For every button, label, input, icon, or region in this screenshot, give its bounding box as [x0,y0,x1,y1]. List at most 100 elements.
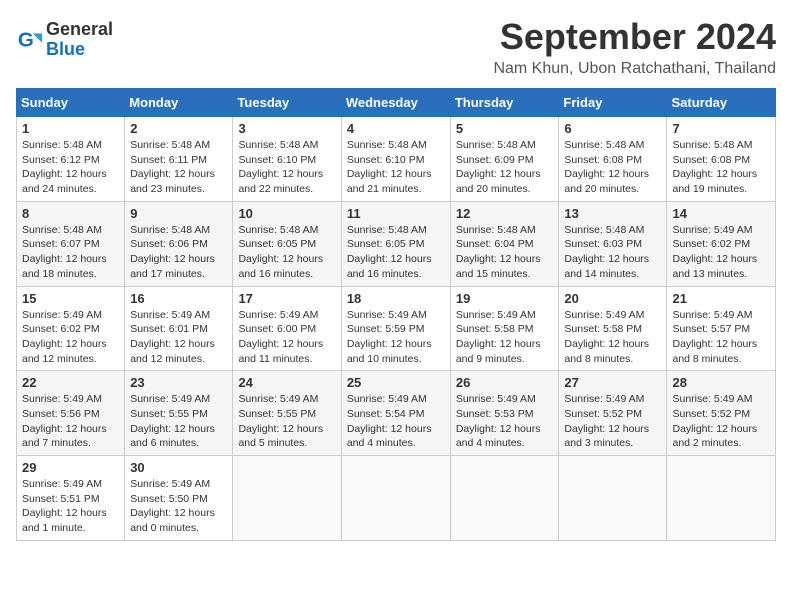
day-number: 17 [238,291,335,306]
day-number: 11 [347,206,445,221]
calendar: SundayMondayTuesdayWednesdayThursdayFrid… [16,88,776,541]
day-number: 22 [22,375,119,390]
day-number: 16 [130,291,227,306]
day-info: Sunrise: 5:49 AM Sunset: 5:54 PM Dayligh… [347,392,445,451]
day-info: Sunrise: 5:49 AM Sunset: 6:02 PM Dayligh… [22,308,119,367]
header-cell-wednesday: Wednesday [341,89,450,117]
day-number: 26 [456,375,554,390]
day-cell: 20 Sunrise: 5:49 AM Sunset: 5:58 PM Dayli… [559,286,667,371]
day-info: Sunrise: 5:48 AM Sunset: 6:09 PM Dayligh… [456,138,554,197]
day-cell: 27 Sunrise: 5:49 AM Sunset: 5:52 PM Dayli… [559,371,667,456]
location-title: Nam Khun, Ubon Ratchathani, Thailand [493,60,776,78]
day-number: 6 [564,121,661,136]
day-cell: 15 Sunrise: 5:49 AM Sunset: 6:02 PM Dayli… [17,286,125,371]
day-info: Sunrise: 5:49 AM Sunset: 5:59 PM Dayligh… [347,308,445,367]
day-info: Sunrise: 5:48 AM Sunset: 6:08 PM Dayligh… [564,138,661,197]
day-number: 18 [347,291,445,306]
day-info: Sunrise: 5:48 AM Sunset: 6:08 PM Dayligh… [672,138,770,197]
day-info: Sunrise: 5:48 AM Sunset: 6:05 PM Dayligh… [238,223,335,282]
day-cell: 10 Sunrise: 5:48 AM Sunset: 6:05 PM Dayli… [233,201,341,286]
day-cell: 21 Sunrise: 5:49 AM Sunset: 5:57 PM Dayli… [667,286,776,371]
day-number: 3 [238,121,335,136]
day-info: Sunrise: 5:49 AM Sunset: 5:55 PM Dayligh… [130,392,227,451]
svg-text:G: G [18,28,34,51]
logo: G General Blue [16,20,113,60]
header-cell-monday: Monday [125,89,233,117]
header-cell-thursday: Thursday [450,89,559,117]
day-info: Sunrise: 5:49 AM Sunset: 5:57 PM Dayligh… [672,308,770,367]
day-cell: 5 Sunrise: 5:48 AM Sunset: 6:09 PM Daylig… [450,117,559,202]
day-cell: 29 Sunrise: 5:49 AM Sunset: 5:51 PM Dayli… [17,456,125,541]
week-row-2: 8Sunrise: 5:48 AM Sunset: 6:07 PM Daylig… [17,201,776,286]
day-number: 14 [672,206,770,221]
day-number: 20 [564,291,661,306]
day-cell [341,456,450,541]
day-number: 10 [238,206,335,221]
day-cell: 25 Sunrise: 5:49 AM Sunset: 5:54 PM Dayli… [341,371,450,456]
day-cell: 8Sunrise: 5:48 AM Sunset: 6:07 PM Daylig… [17,201,125,286]
day-cell: 23 Sunrise: 5:49 AM Sunset: 5:55 PM Dayli… [125,371,233,456]
logo-text: General Blue [46,20,113,60]
week-row-5: 29 Sunrise: 5:49 AM Sunset: 5:51 PM Dayli… [17,456,776,541]
day-number: 12 [456,206,554,221]
calendar-body: 1 Sunrise: 5:48 AM Sunset: 6:12 PM Daylig… [17,117,776,541]
day-info: Sunrise: 5:49 AM Sunset: 5:52 PM Dayligh… [564,392,661,451]
calendar-header-row: SundayMondayTuesdayWednesdayThursdayFrid… [17,89,776,117]
day-number: 4 [347,121,445,136]
day-number: 5 [456,121,554,136]
day-info: Sunrise: 5:49 AM Sunset: 5:56 PM Dayligh… [22,392,119,451]
day-info: Sunrise: 5:48 AM Sunset: 6:03 PM Dayligh… [564,223,661,282]
day-cell: 18 Sunrise: 5:49 AM Sunset: 5:59 PM Dayli… [341,286,450,371]
day-cell: 14Sunrise: 5:49 AM Sunset: 6:02 PM Dayli… [667,201,776,286]
day-info: Sunrise: 5:48 AM Sunset: 6:05 PM Dayligh… [347,223,445,282]
day-info: Sunrise: 5:48 AM Sunset: 6:12 PM Dayligh… [22,138,119,197]
header-cell-saturday: Saturday [667,89,776,117]
day-cell [667,456,776,541]
day-info: Sunrise: 5:49 AM Sunset: 5:51 PM Dayligh… [22,477,119,536]
day-cell: 24Sunrise: 5:49 AM Sunset: 5:55 PM Dayli… [233,371,341,456]
day-number: 15 [22,291,119,306]
header-cell-sunday: Sunday [17,89,125,117]
day-cell: 1 Sunrise: 5:48 AM Sunset: 6:12 PM Daylig… [17,117,125,202]
day-cell: 26 Sunrise: 5:49 AM Sunset: 5:53 PM Dayli… [450,371,559,456]
day-cell: 17 Sunrise: 5:49 AM Sunset: 6:00 PM Dayli… [233,286,341,371]
day-info: Sunrise: 5:48 AM Sunset: 6:10 PM Dayligh… [347,138,445,197]
week-row-4: 22 Sunrise: 5:49 AM Sunset: 5:56 PM Dayli… [17,371,776,456]
day-info: Sunrise: 5:49 AM Sunset: 5:58 PM Dayligh… [564,308,661,367]
day-cell [450,456,559,541]
day-info: Sunrise: 5:49 AM Sunset: 6:01 PM Dayligh… [130,308,227,367]
header-cell-tuesday: Tuesday [233,89,341,117]
day-cell: 28 Sunrise: 5:49 AM Sunset: 5:52 PM Dayli… [667,371,776,456]
day-number: 21 [672,291,770,306]
day-info: Sunrise: 5:49 AM Sunset: 5:52 PM Dayligh… [672,392,770,451]
day-info: Sunrise: 5:49 AM Sunset: 5:50 PM Dayligh… [130,477,227,536]
day-cell: 19 Sunrise: 5:49 AM Sunset: 5:58 PM Dayli… [450,286,559,371]
day-cell: 2Sunrise: 5:48 AM Sunset: 6:11 PM Daylig… [125,117,233,202]
day-number: 27 [564,375,661,390]
day-number: 28 [672,375,770,390]
day-info: Sunrise: 5:49 AM Sunset: 5:53 PM Dayligh… [456,392,554,451]
day-number: 13 [564,206,661,221]
day-cell: 12 Sunrise: 5:48 AM Sunset: 6:04 PM Dayli… [450,201,559,286]
day-number: 23 [130,375,227,390]
day-number: 1 [22,121,119,136]
day-number: 7 [672,121,770,136]
day-number: 29 [22,460,119,475]
day-info: Sunrise: 5:48 AM Sunset: 6:10 PM Dayligh… [238,138,335,197]
day-info: Sunrise: 5:48 AM Sunset: 6:04 PM Dayligh… [456,223,554,282]
day-cell: 7 Sunrise: 5:48 AM Sunset: 6:08 PM Daylig… [667,117,776,202]
header-cell-friday: Friday [559,89,667,117]
day-cell [233,456,341,541]
day-cell: 4 Sunrise: 5:48 AM Sunset: 6:10 PM Daylig… [341,117,450,202]
day-info: Sunrise: 5:48 AM Sunset: 6:06 PM Dayligh… [130,223,227,282]
day-info: Sunrise: 5:49 AM Sunset: 6:00 PM Dayligh… [238,308,335,367]
day-cell: 9Sunrise: 5:48 AM Sunset: 6:06 PM Daylig… [125,201,233,286]
day-cell: 11 Sunrise: 5:48 AM Sunset: 6:05 PM Dayli… [341,201,450,286]
week-row-1: 1 Sunrise: 5:48 AM Sunset: 6:12 PM Daylig… [17,117,776,202]
day-cell: 22 Sunrise: 5:49 AM Sunset: 5:56 PM Dayli… [17,371,125,456]
day-number: 25 [347,375,445,390]
day-info: Sunrise: 5:49 AM Sunset: 5:58 PM Dayligh… [456,308,554,367]
day-number: 19 [456,291,554,306]
week-row-3: 15 Sunrise: 5:49 AM Sunset: 6:02 PM Dayli… [17,286,776,371]
title-block: September 2024 Nam Khun, Ubon Ratchathan… [493,16,776,78]
